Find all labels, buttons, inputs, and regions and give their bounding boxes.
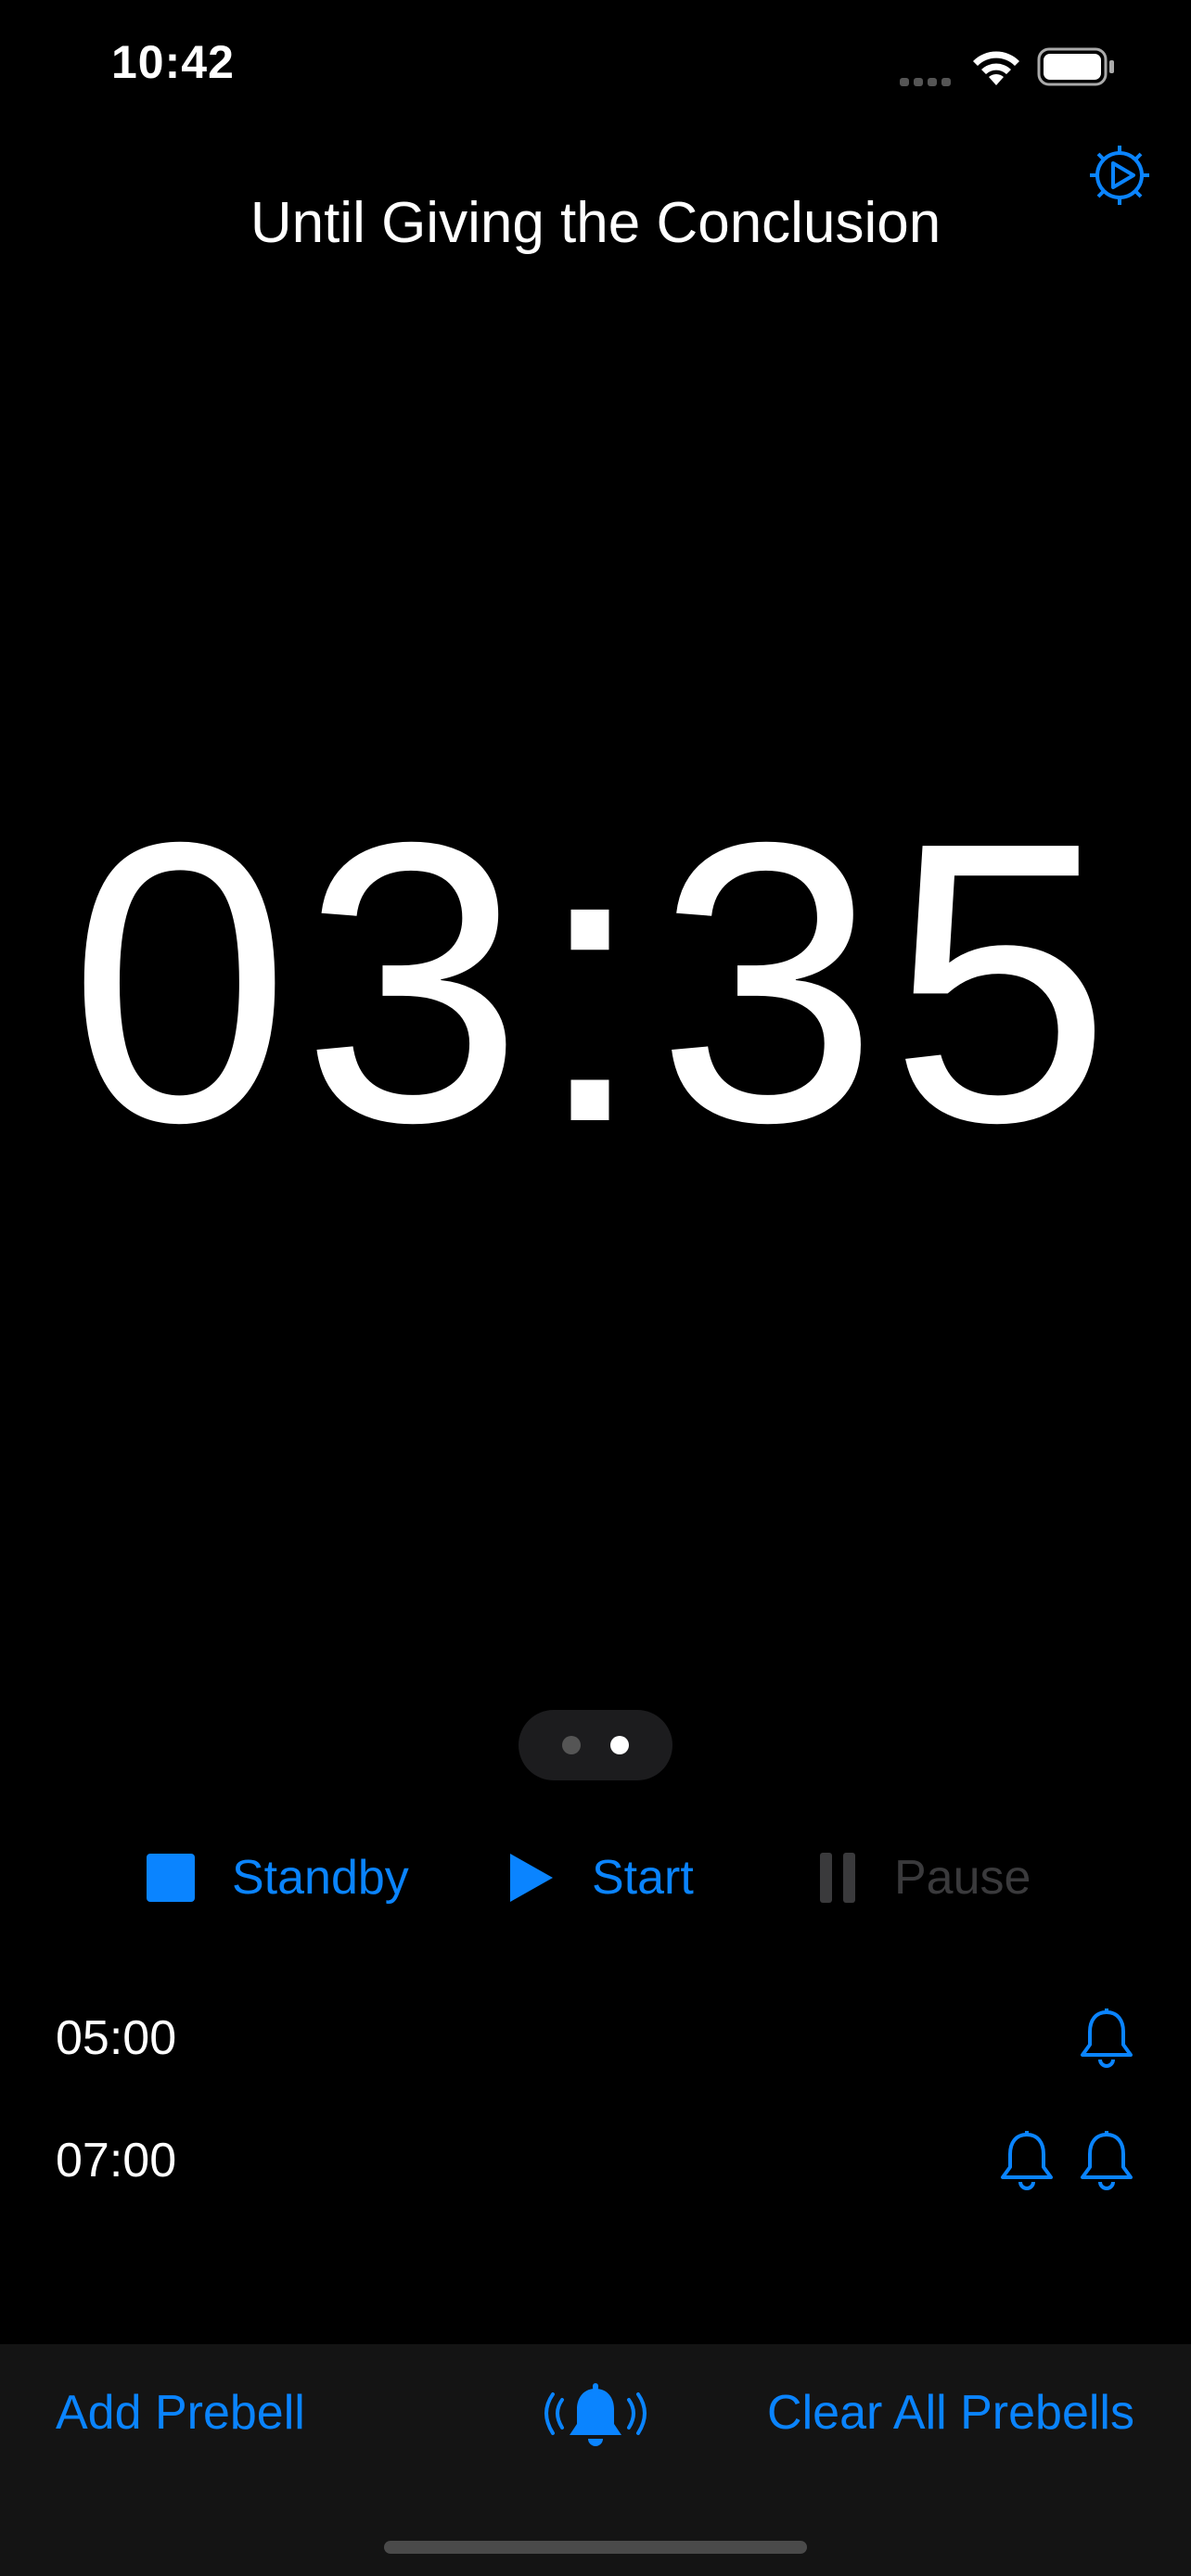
battery-icon [1037, 47, 1117, 91]
pause-icon [820, 1853, 857, 1903]
pause-label: Pause [894, 1851, 1031, 1905]
stop-icon [147, 1854, 195, 1902]
prebell-row[interactable]: 07:00 [56, 2119, 1135, 2202]
prebell-bells [998, 2129, 1135, 2192]
home-indicator[interactable] [384, 2541, 807, 2554]
start-label: Start [592, 1851, 694, 1905]
page-indicator[interactable] [519, 1710, 672, 1780]
bell-icon [1081, 2131, 1133, 2190]
play-icon [508, 1852, 555, 1904]
standby-label: Standby [232, 1851, 409, 1905]
countdown-timer: 03:35 [68, 760, 1123, 1205]
clear-all-prebells-button[interactable]: Clear All Prebells [767, 2385, 1134, 2441]
bell-icon [1001, 2131, 1053, 2190]
page-dot-active[interactable] [610, 1736, 629, 1754]
page-dot[interactable] [562, 1736, 581, 1754]
prebell-row[interactable]: 05:00 [56, 1996, 1135, 2080]
wifi-icon [970, 48, 1022, 92]
add-prebell-button[interactable]: Add Prebell [56, 2385, 305, 2441]
bell-ringing-icon[interactable] [538, 2381, 653, 2460]
page-title: Until Giving the Conclusion [250, 191, 941, 255]
pause-button[interactable]: Pause [820, 1845, 1031, 1910]
prebell-bells [1078, 2007, 1135, 2070]
prebell-time: 05:00 [56, 2011, 177, 2065]
start-button[interactable]: Start [508, 1845, 694, 1910]
prebell-time: 07:00 [56, 2134, 177, 2187]
status-time: 10:42 [111, 36, 235, 88]
cellular-signal-icon [900, 74, 957, 86]
bell-icon [1081, 2009, 1133, 2068]
standby-button[interactable]: Standby [147, 1845, 409, 1910]
